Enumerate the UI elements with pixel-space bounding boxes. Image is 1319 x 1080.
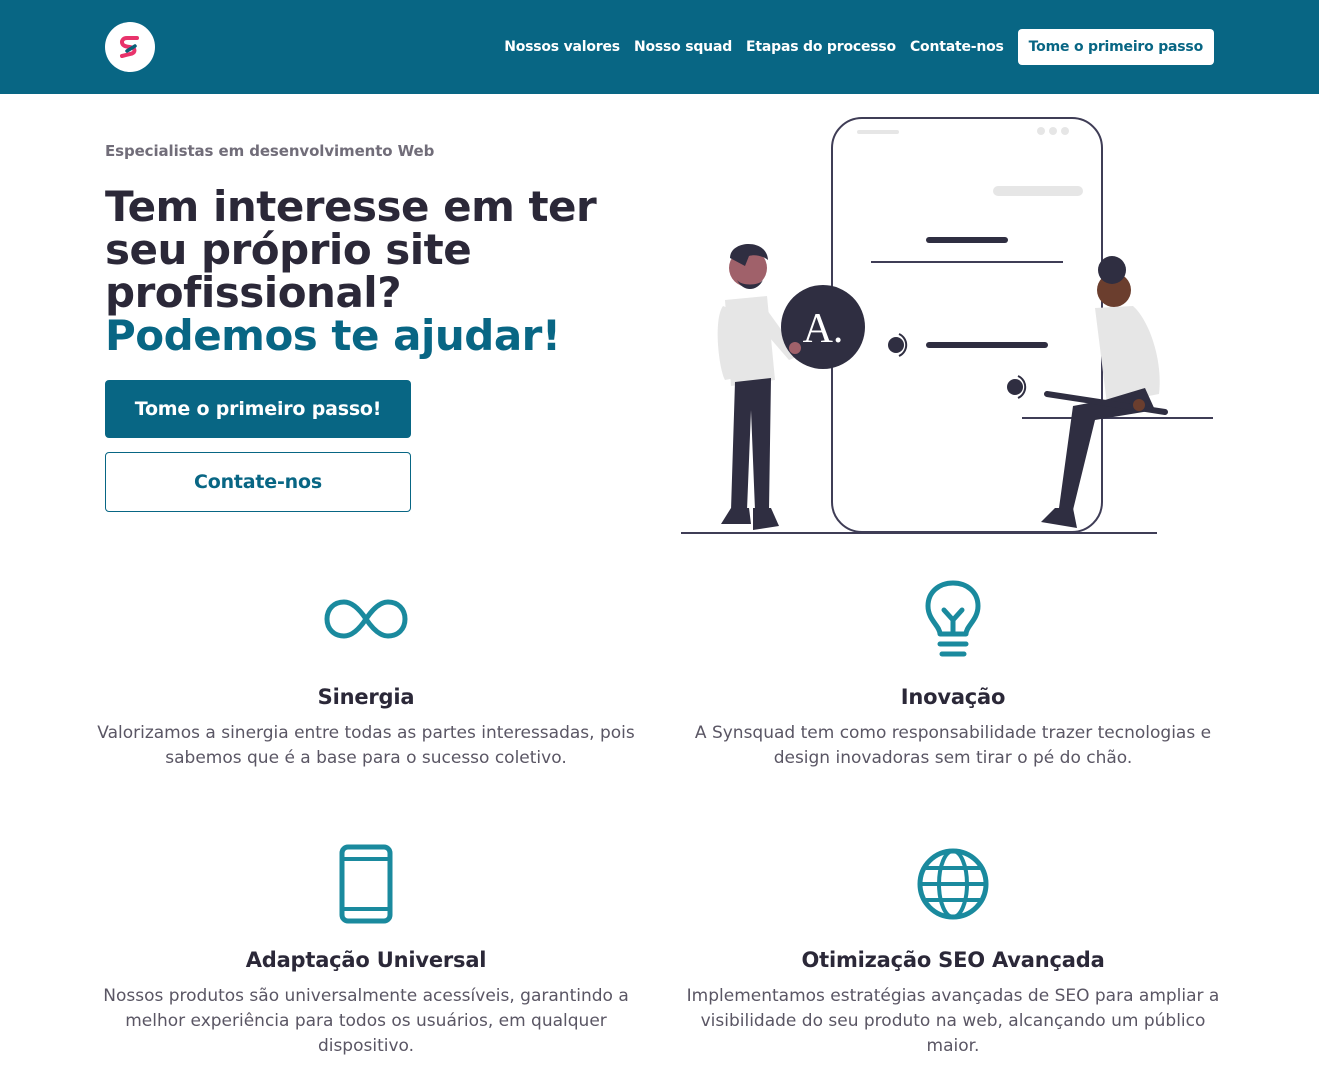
feature-title: Sinergia	[317, 685, 415, 709]
feature-sinergia: Sinergia Valorizamos a sinergia entre to…	[96, 578, 636, 771]
hero-illustration: A.	[681, 117, 1213, 534]
nav-cta-button[interactable]: Tome o primeiro passo	[1017, 29, 1214, 65]
hero-eyebrow: Especialistas em desenvolvimento Web	[105, 142, 435, 160]
feature-text: Valorizamos a sinergia entre todas as pa…	[97, 723, 635, 768]
hero-title: Tem interesse em ter seu próprio site pr…	[105, 185, 645, 357]
feature-text: A Synsquad tem como responsabilidade tra…	[694, 723, 1212, 768]
illustration-badge-text: A.	[803, 306, 844, 352]
feature-text: Implementamos estratégias avançadas de S…	[686, 986, 1220, 1056]
main-nav: Nossos valores Nosso squad Etapas do pro…	[490, 29, 1214, 65]
feature-otimizacao-seo: Otimização SEO Avançada Implementamos es…	[683, 843, 1223, 1059]
smartphone-icon	[339, 844, 393, 924]
nav-link-contate-nos[interactable]: Contate-nos	[910, 39, 1004, 55]
nav-link-nossos-valores[interactable]: Nossos valores	[504, 39, 620, 55]
site-header: Nossos valores Nosso squad Etapas do pro…	[0, 0, 1319, 94]
feature-inovacao: Inovação A Synsquad tem como responsabil…	[683, 578, 1223, 771]
nav-link-nosso-squad[interactable]: Nosso squad	[634, 39, 732, 55]
hero-title-main: Tem interesse em ter seu próprio site pr…	[105, 182, 597, 317]
infinity-icon	[324, 599, 408, 639]
lightbulb-icon	[925, 580, 981, 657]
globe-icon	[917, 848, 989, 920]
feature-title: Inovação	[900, 685, 1006, 709]
primary-cta-button[interactable]: Tome o primeiro passo!	[105, 380, 411, 438]
feature-adaptacao-universal: Adaptação Universal Nossos produtos são …	[96, 843, 636, 1059]
nav-link-etapas-do-processo[interactable]: Etapas do processo	[746, 39, 896, 55]
feature-title: Otimização SEO Avançada	[801, 948, 1105, 972]
contact-button[interactable]: Contate-nos	[105, 452, 411, 512]
feature-title: Adaptação Universal	[245, 948, 487, 972]
hero-title-accent: Podemos te ajudar!	[105, 311, 561, 360]
synsquad-logo-icon	[120, 36, 139, 58]
logo[interactable]	[105, 22, 155, 72]
feature-text: Nossos produtos são universalmente acess…	[103, 986, 629, 1056]
